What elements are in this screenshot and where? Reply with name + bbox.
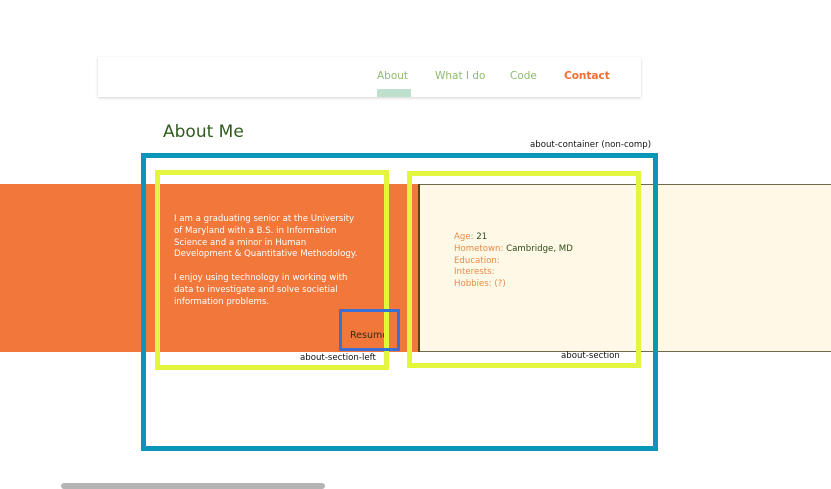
about-container-label: about-container (non-comp): [530, 140, 652, 150]
nav-about-link[interactable]: About: [377, 70, 408, 82]
top-nav: About What I do Code Contact: [98, 57, 641, 97]
nav-what-i-do-link[interactable]: What I do: [435, 70, 485, 82]
about-section-left-label: about-section-left: [300, 353, 376, 363]
nav-code-link[interactable]: Code: [510, 70, 537, 82]
about-section-label: about-section: [561, 351, 620, 361]
about-section-outline: [407, 171, 641, 368]
horizontal-scrollbar[interactable]: [61, 483, 325, 489]
active-nav-indicator: [377, 89, 411, 97]
page-title: About Me: [163, 122, 244, 142]
resume-outline: [339, 309, 400, 351]
nav-contact-link[interactable]: Contact: [564, 70, 610, 82]
